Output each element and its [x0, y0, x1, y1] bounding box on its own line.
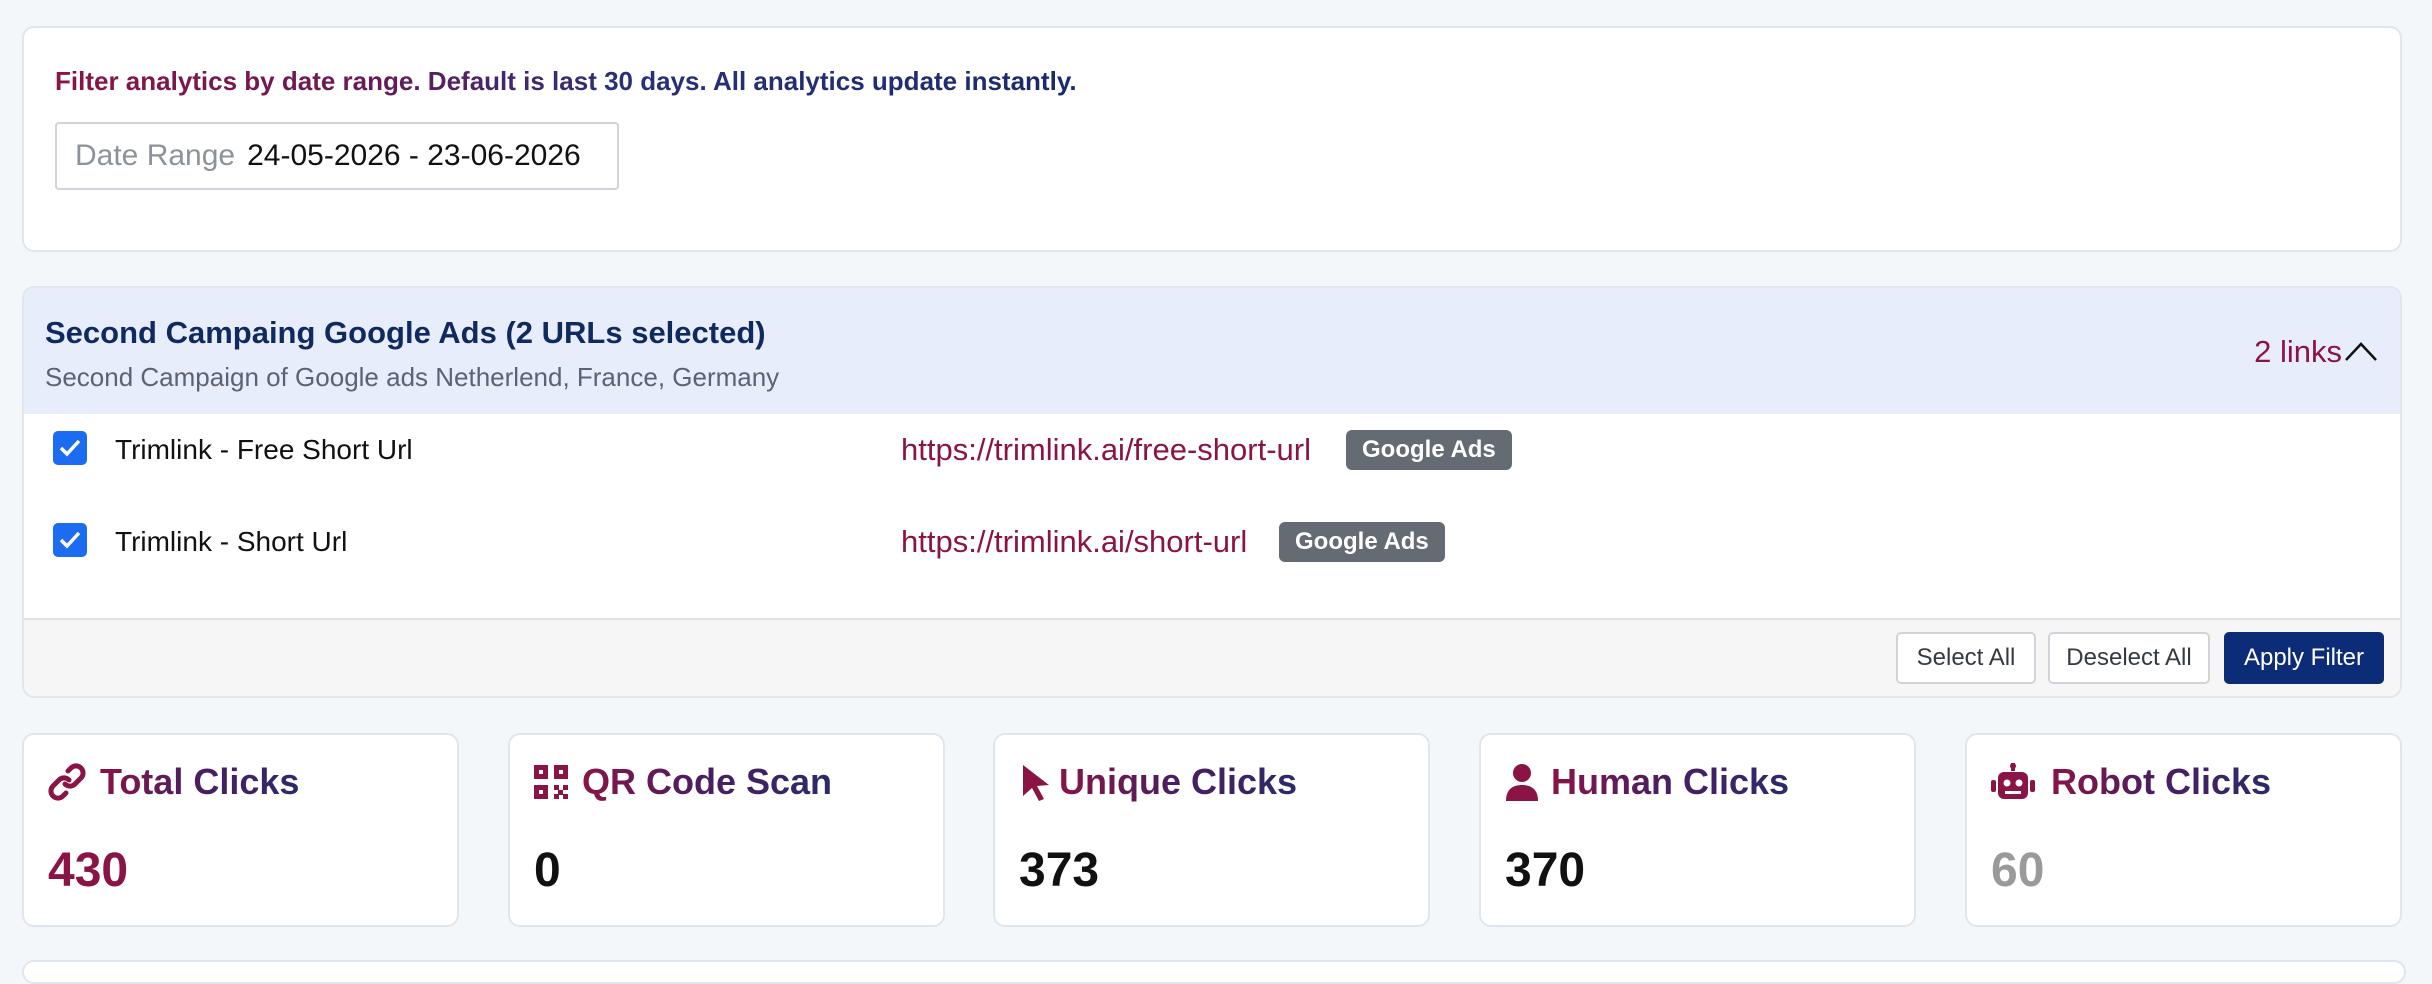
stat-title: Unique Clicks: [1059, 761, 1298, 802]
select-all-button[interactable]: Select All: [1896, 632, 2036, 684]
campaign-footer: Select All Deselect All Apply Filter: [24, 618, 2400, 696]
campaign-links-count: 2 links: [2254, 334, 2342, 369]
user-icon: [1506, 764, 1538, 801]
campaign-title: Second Campaing Google Ads (2 URLs selec…: [45, 315, 766, 350]
url-name: Trimlink - Free Short Url: [115, 434, 413, 465]
stat-title: Total Clicks: [100, 761, 300, 802]
stat-title: QR Code Scan: [582, 761, 833, 802]
deselect-all-button[interactable]: Deselect All: [2048, 632, 2210, 684]
filter-instruction-text: Filter analytics by date range. Default …: [55, 66, 1077, 96]
url-row: Trimlink - Free Short Url https://trimli…: [24, 414, 2400, 484]
campaign-card: Second Campaing Google Ads (2 URLs selec…: [22, 286, 2402, 698]
campaign-description: Second Campaign of Google ads Netherlend…: [45, 362, 780, 392]
url-row: Trimlink - Short Url https://trimlink.ai…: [24, 506, 2400, 576]
stat-card-unique-clicks: Unique Clicks 373: [993, 733, 1430, 927]
checkmark-icon: [59, 531, 81, 549]
link-icon: [48, 763, 86, 801]
stat-card-human-clicks: Human Clicks 370: [1479, 733, 1916, 927]
campaign-header[interactable]: Second Campaing Google Ads (2 URLs selec…: [24, 288, 2400, 414]
source-badge: Google Ads: [1346, 430, 1512, 470]
short-url-link[interactable]: https://trimlink.ai/free-short-url: [901, 432, 1311, 468]
qrcode-icon: [534, 765, 568, 799]
url-checkbox[interactable]: [53, 523, 87, 557]
stat-card-robot-clicks: Robot Clicks 60: [1965, 733, 2402, 927]
date-range-input[interactable]: Date Range 24-05-2026 - 23-06-2026: [55, 122, 619, 190]
robot-icon: [1991, 763, 2035, 799]
checkmark-icon: [59, 439, 81, 457]
stat-value: 0: [534, 844, 561, 897]
pointer-icon: [1023, 765, 1049, 801]
stat-card-total-clicks: Total Clicks 430: [22, 733, 459, 927]
short-url-link[interactable]: https://trimlink.ai/short-url: [901, 524, 1247, 560]
next-section-card: [22, 960, 2406, 984]
apply-filter-button[interactable]: Apply Filter: [2224, 632, 2384, 684]
date-filter-card: Filter analytics by date range. Default …: [22, 26, 2402, 252]
source-badge: Google Ads: [1279, 522, 1445, 562]
stat-value: 373: [1019, 844, 1100, 897]
stat-value: 370: [1505, 844, 1586, 897]
date-range-value: 24-05-2026 - 23-06-2026: [247, 139, 581, 172]
stat-value: 60: [1991, 844, 2045, 897]
date-range-label: Date Range: [75, 139, 236, 172]
url-checkbox[interactable]: [53, 431, 87, 465]
stat-card-qr-code-scan: QR Code Scan 0: [508, 733, 945, 927]
stat-title: Robot Clicks: [2051, 761, 2272, 802]
stat-title: Human Clicks: [1551, 761, 1790, 802]
stat-value: 430: [48, 844, 129, 897]
chevron-up-icon[interactable]: [2344, 340, 2378, 362]
url-name: Trimlink - Short Url: [115, 526, 348, 557]
